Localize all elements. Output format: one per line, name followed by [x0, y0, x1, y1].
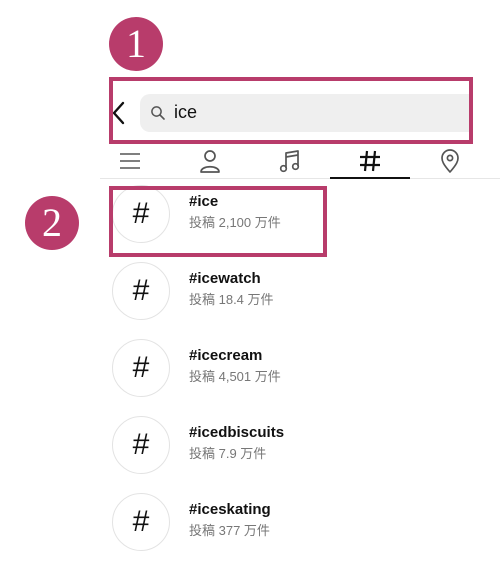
post-count: 投稿 377 万件 — [189, 523, 270, 538]
music-note-icon — [279, 150, 300, 173]
hashtag-avatar-icon: # — [112, 416, 170, 474]
hashtag-avatar-icon: # — [112, 262, 170, 320]
hashtag-icon — [360, 150, 380, 172]
post-count: 投稿 18.4 万件 — [189, 292, 274, 307]
tab-audio[interactable] — [260, 142, 320, 180]
hashtag-avatar-icon: # — [112, 339, 170, 397]
hashtag-name: #icecream — [189, 347, 263, 364]
post-count: 投稿 7.9 万件 — [189, 446, 267, 461]
hashtag-name: #icedbiscuits — [189, 424, 285, 441]
search-tabs — [100, 142, 500, 182]
location-pin-icon — [441, 149, 459, 173]
result-row[interactable]: # #icecream 投稿 4,501 万件 — [112, 339, 472, 399]
hashtag-avatar-icon: # — [112, 493, 170, 551]
result-row[interactable]: # #icewatch 投稿 18.4 万件 — [112, 262, 472, 322]
result-highlight-box — [109, 186, 327, 257]
post-count: 投稿 4,501 万件 — [189, 369, 281, 384]
step-badge-1: 1 — [109, 17, 163, 71]
hashtag-name: #icewatch — [189, 270, 261, 287]
result-row[interactable]: # #icedbiscuits 投稿 7.9 万件 — [112, 416, 472, 476]
tabs-divider — [100, 178, 500, 179]
search-highlight-box — [109, 77, 473, 144]
tab-top[interactable] — [100, 142, 160, 180]
person-icon — [200, 150, 220, 173]
tab-tags[interactable] — [340, 142, 400, 180]
step-badge-2: 2 — [25, 196, 79, 250]
list-icon — [120, 153, 140, 169]
tab-places[interactable] — [420, 142, 480, 180]
tab-accounts[interactable] — [180, 142, 240, 180]
result-row[interactable]: # #iceskating 投稿 377 万件 — [112, 493, 472, 553]
active-tab-indicator — [330, 177, 410, 179]
hashtag-name: #iceskating — [189, 501, 271, 518]
